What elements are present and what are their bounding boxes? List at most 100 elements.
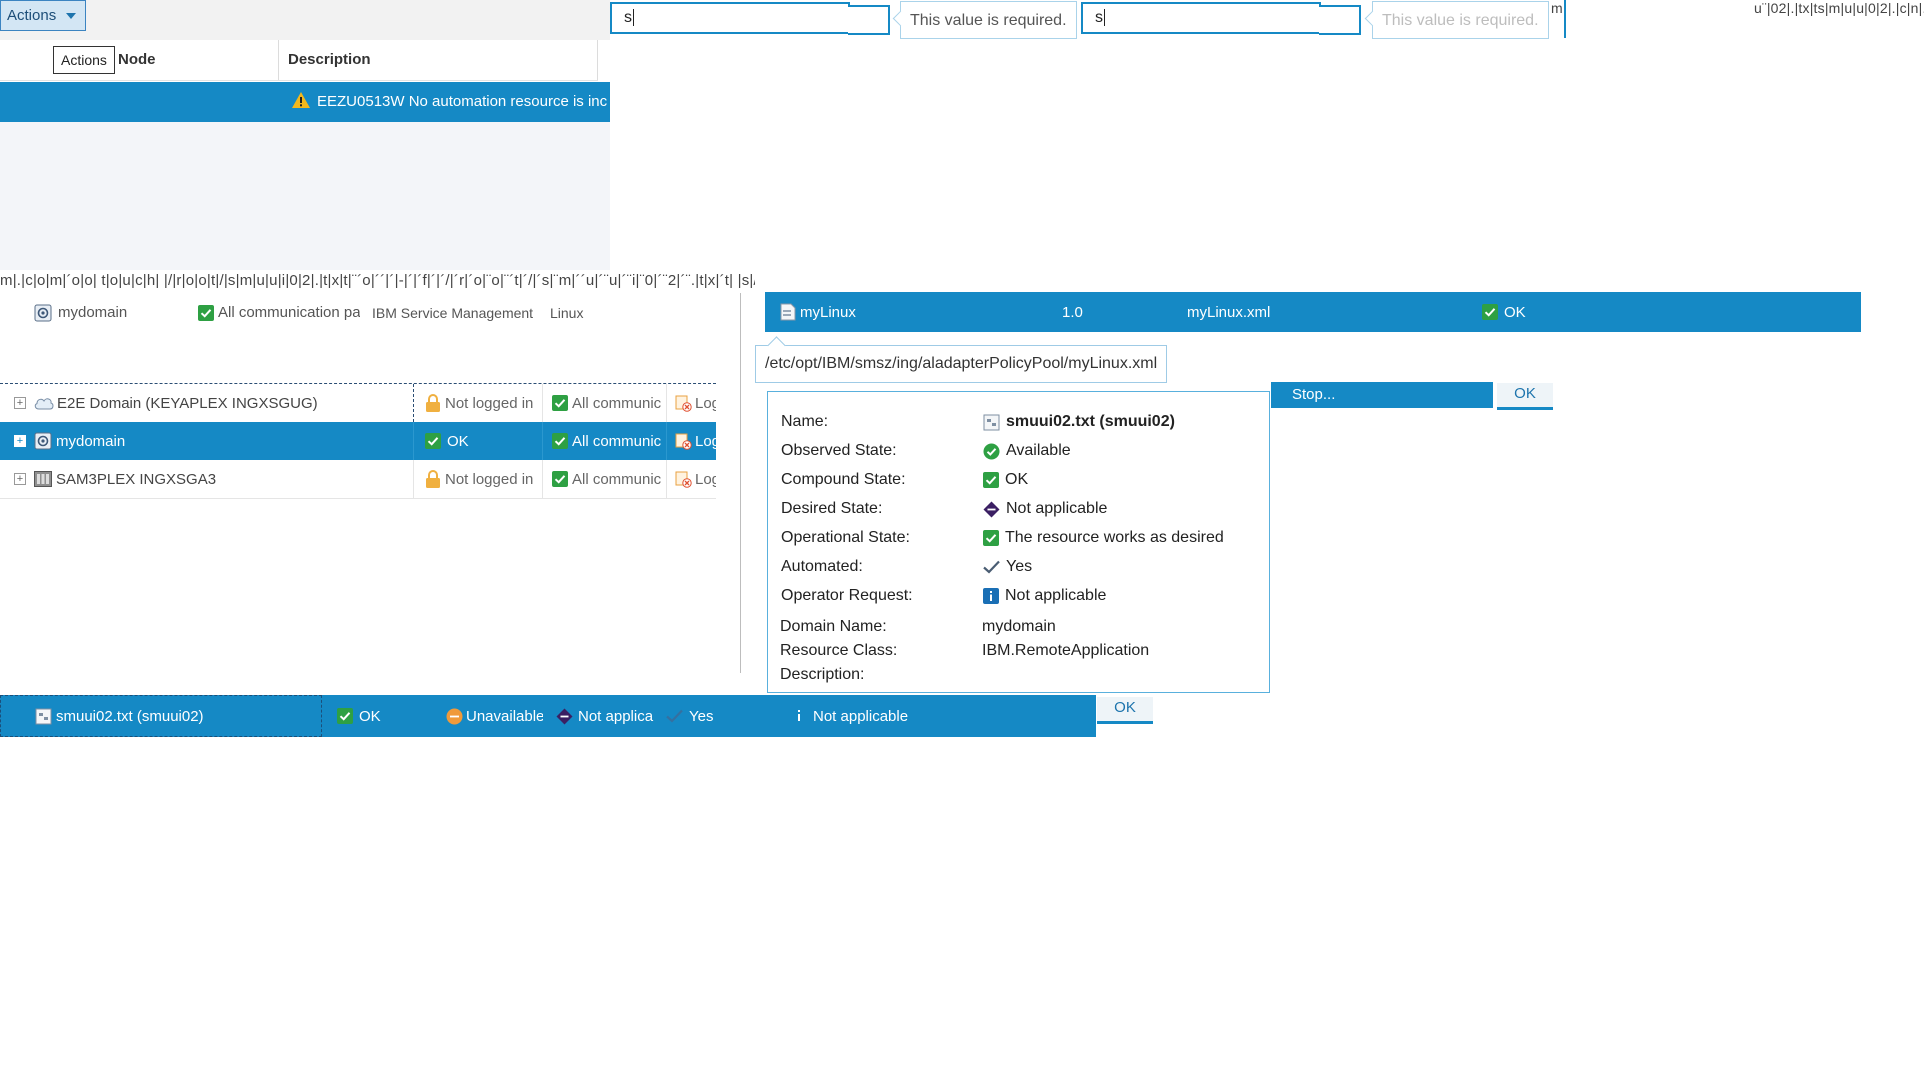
desired-state: Not applica xyxy=(578,707,654,725)
check-box-icon xyxy=(552,395,568,411)
observed-state-label: Observed State: xyxy=(781,442,897,459)
column-header-description[interactable]: Description xyxy=(288,40,371,80)
caret-down-icon xyxy=(66,12,77,19)
domain-name: mydomain xyxy=(58,304,128,321)
domain-product: IBM Service Management xyxy=(372,305,534,321)
ok-button[interactable]: OK xyxy=(1097,697,1153,724)
warning-row[interactable]: EEZU0513W No automation resource is inc xyxy=(0,82,610,122)
login-icon xyxy=(675,395,692,412)
tree-row-communication: All communic xyxy=(572,470,662,488)
tree-row-state: Not logged in xyxy=(445,470,534,488)
operational-state-label: Operational State: xyxy=(781,529,910,546)
validation-tooltip-2: This value is required. xyxy=(1364,1,1549,39)
automated: Yes xyxy=(689,707,714,725)
tree-row-state: OK xyxy=(447,432,469,450)
tree-row-communication: All communic xyxy=(572,394,662,412)
resource-file-icon xyxy=(983,414,1000,431)
operator-request-label: Operator Request: xyxy=(781,587,913,604)
name-value: smuui02.txt (smuui02) xyxy=(1006,413,1175,430)
validation-message-2: This value is required. xyxy=(1382,12,1539,29)
expand-icon[interactable]: + xyxy=(14,435,26,447)
column-header-node[interactable]: Node xyxy=(118,40,156,80)
tree-row-mydomain[interactable]: + mydomain OK All communic Log xyxy=(0,422,716,460)
warning-message: EEZU0513W No automation resource is inc xyxy=(317,93,608,110)
required-input-2-value: s xyxy=(1095,9,1103,26)
required-input-1[interactable]: s xyxy=(610,2,850,34)
file-icon xyxy=(779,303,797,321)
domain-name-value: mydomain xyxy=(982,618,1056,635)
lock-icon xyxy=(425,394,441,412)
domain-row[interactable]: mydomain All communication pa IBM Servic… xyxy=(0,295,720,331)
resource-row-smuui02[interactable]: smuui02.txt (smuui02) OK Unavailable Not… xyxy=(0,695,1096,737)
diamond-icon xyxy=(983,501,1000,518)
lock-icon xyxy=(425,470,441,488)
login-icon xyxy=(675,471,692,488)
checkmark-icon xyxy=(983,560,1000,574)
checkmark-icon xyxy=(666,709,683,723)
unavailable-icon xyxy=(446,708,463,725)
tree-row-state: Not logged in xyxy=(445,394,534,412)
splitter[interactable] xyxy=(740,293,741,673)
description-label: Description: xyxy=(780,666,865,683)
info-icon xyxy=(795,709,803,723)
resource-status: OK xyxy=(1504,303,1526,321)
ok-button[interactable]: OK xyxy=(1497,383,1553,410)
check-box-icon xyxy=(198,305,214,321)
actions-tooltip: Actions xyxy=(53,46,115,74)
resource-row-mylinux[interactable]: myLinux 1.0 myLinux.xml OK xyxy=(765,292,1861,332)
diamond-icon xyxy=(556,708,573,725)
tree-row-name: SAM3PLEX INGXSGA3 xyxy=(56,470,217,488)
operator-request: Not applicable xyxy=(813,707,909,725)
required-input-1-value: s xyxy=(624,9,632,26)
domain-icon xyxy=(34,304,52,322)
domain-icon xyxy=(34,432,52,450)
empty-table-area xyxy=(0,122,610,270)
info-icon xyxy=(983,588,999,604)
compound-state-value: OK xyxy=(1005,471,1029,488)
actions-button-label: Actions xyxy=(7,7,57,24)
resource-name: smuui02.txt (smuui02) xyxy=(56,707,204,725)
resource-version: 1.0 xyxy=(1062,303,1083,321)
observed-state-value: Available xyxy=(1006,442,1071,459)
toolbar xyxy=(0,0,610,40)
tree-row-sam3plex[interactable]: + SAM3PLEX INGXSGA3 Not logged in All co… xyxy=(0,460,716,499)
tree-row-e2e-domain[interactable]: + E2E Domain (KEYAPLEX INGXSGUG) Not log… xyxy=(0,383,716,423)
resource-class-value: IBM.RemoteApplication xyxy=(982,642,1150,659)
path-tooltip-text: /etc/opt/IBM/smsz/ing/aladapterPolicyPoo… xyxy=(765,355,1158,372)
garbled-text-m: m xyxy=(1551,0,1563,16)
desired-state-label: Desired State: xyxy=(781,500,883,517)
resource-details-popup: Name: smuui02.txt (smuui02) Observed Sta… xyxy=(767,391,1270,693)
check-box-icon xyxy=(1482,304,1498,320)
domain-communication: All communication pa xyxy=(218,304,360,321)
tree-row-name: mydomain xyxy=(56,432,126,450)
expand-icon[interactable]: + xyxy=(14,473,26,485)
validation-tooltip-1: This value is required. xyxy=(892,1,1077,39)
name-label: Name: xyxy=(781,413,829,430)
available-icon xyxy=(983,443,1000,460)
domain-os: Linux xyxy=(550,305,584,321)
check-box-icon xyxy=(552,433,568,449)
expand-icon[interactable]: + xyxy=(14,397,26,409)
validation-message-1: This value is required. xyxy=(910,12,1067,29)
operational-state-value: The resource works as desired xyxy=(1005,529,1224,546)
path-tooltip: /etc/opt/IBM/smsz/ing/aladapterPolicyPoo… xyxy=(755,336,1168,383)
operator-request-value: Not applicable xyxy=(1005,587,1107,604)
check-box-icon xyxy=(983,530,999,546)
required-input-1-end[interactable] xyxy=(848,5,890,35)
required-input-2[interactable]: s xyxy=(1081,2,1321,34)
required-input-2-end[interactable] xyxy=(1319,5,1361,35)
resource-class-label: Resource Class: xyxy=(780,642,898,659)
tree-row-name: E2E Domain (KEYAPLEX INGXSGUG) xyxy=(57,394,318,412)
cloud-icon xyxy=(34,396,54,410)
check-box-icon xyxy=(983,472,999,488)
garbled-text-command: m|.|c|o|m|´o|o| t|o|u|c|h| |/|r|o|o|t|/|… xyxy=(0,272,755,289)
divider xyxy=(1564,0,1566,38)
check-box-icon xyxy=(337,708,353,724)
garbled-text-top-right: u¨|02|.|tx|ts|m|u|u|0|2|.|c|n|.i|b xyxy=(1754,0,1924,16)
tree-row-login: Log xyxy=(695,394,716,412)
actions-button[interactable]: Actions xyxy=(0,0,86,31)
system-icon xyxy=(34,471,52,487)
compound-state: OK xyxy=(359,707,381,725)
desired-state-value: Not applicable xyxy=(1006,500,1108,517)
stop-button[interactable]: Stop... xyxy=(1271,382,1493,408)
